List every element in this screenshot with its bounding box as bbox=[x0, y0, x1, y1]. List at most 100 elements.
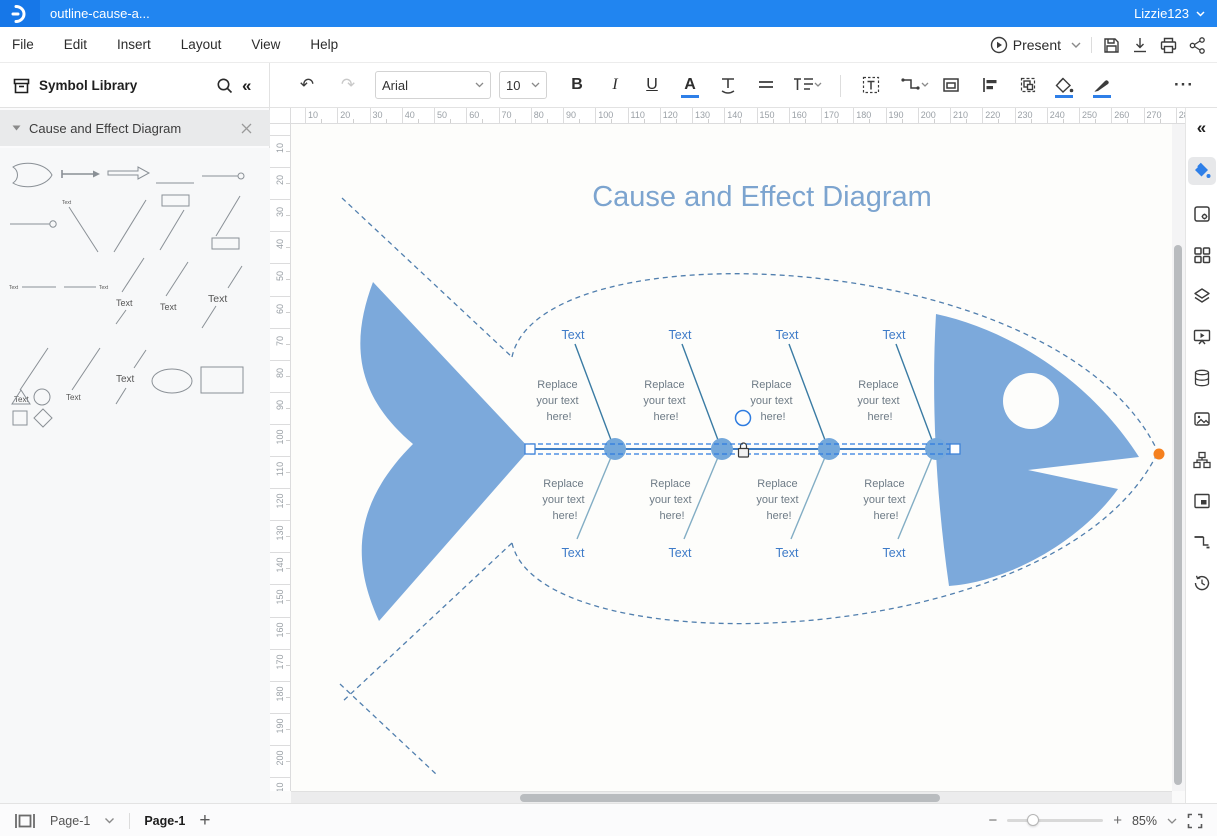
connector-button[interactable] bbox=[895, 69, 933, 101]
symbol-rect-diagonal[interactable] bbox=[152, 192, 196, 259]
line-color-button[interactable] bbox=[1086, 69, 1118, 101]
symbol-block-arrow[interactable] bbox=[105, 164, 151, 187]
h-scrollbar[interactable] bbox=[291, 791, 1172, 803]
symbol-text-bone-large[interactable]: Text bbox=[198, 262, 246, 337]
frame-panel-button[interactable] bbox=[1189, 489, 1215, 513]
spine-node[interactable] bbox=[925, 438, 947, 460]
text-effect-button[interactable] bbox=[712, 69, 744, 101]
undo-button[interactable]: ↶ bbox=[291, 69, 323, 101]
username[interactable]: Lizzie123 bbox=[1134, 6, 1189, 21]
symbol-ellipse[interactable] bbox=[148, 364, 196, 403]
diagram-title[interactable]: Cause and Effect Diagram bbox=[592, 181, 932, 213]
close-library-icon[interactable] bbox=[241, 123, 252, 134]
zoom-in-button[interactable]: + bbox=[1113, 812, 1122, 829]
endpoint-dot-orange[interactable] bbox=[1154, 449, 1165, 460]
group-button[interactable] bbox=[1012, 69, 1044, 101]
zoom-caret-icon[interactable] bbox=[1167, 818, 1177, 824]
symbol-fish-frame[interactable] bbox=[8, 158, 54, 197]
orgchart-panel-button[interactable] bbox=[1189, 448, 1215, 472]
font-size-select[interactable]: 10 bbox=[499, 71, 547, 99]
symbol-diamond[interactable] bbox=[32, 407, 54, 434]
fill-color-button[interactable] bbox=[1048, 69, 1080, 101]
italic-button[interactable]: I bbox=[599, 69, 631, 101]
menu-help[interactable]: Help bbox=[310, 37, 338, 52]
underline-button[interactable]: U bbox=[636, 69, 668, 101]
zoom-slider[interactable] bbox=[1007, 819, 1103, 822]
page-selector-caret-icon[interactable] bbox=[104, 817, 115, 824]
symbol-line-circle-2[interactable] bbox=[8, 216, 58, 234]
library-section-header[interactable]: Cause and Effect Diagram bbox=[0, 110, 270, 146]
symbol-square[interactable] bbox=[11, 409, 29, 432]
page-settings-panel-button[interactable] bbox=[1189, 202, 1215, 226]
fish-head-shape[interactable] bbox=[934, 314, 1139, 586]
symbol-line[interactable] bbox=[154, 172, 196, 190]
symbol-text-line[interactable]: Text bbox=[8, 280, 58, 298]
print-icon[interactable] bbox=[1159, 36, 1178, 55]
symbol-bone-text-mid[interactable]: Text bbox=[110, 254, 152, 331]
align-text-button[interactable] bbox=[750, 69, 782, 101]
container-button[interactable] bbox=[935, 69, 967, 101]
menu-insert[interactable]: Insert bbox=[117, 37, 151, 52]
image-panel-button[interactable] bbox=[1189, 407, 1215, 431]
collapse-library-icon[interactable]: « bbox=[242, 76, 251, 96]
h-scrollbar-thumb[interactable] bbox=[520, 794, 940, 802]
symbol-rectangle[interactable] bbox=[198, 362, 246, 403]
symbol-diagonal-rect[interactable] bbox=[200, 192, 246, 259]
collapse-right-panel-button[interactable]: « bbox=[1189, 116, 1215, 140]
symbol-bone-text-below-2[interactable]: Text bbox=[60, 344, 104, 413]
v-scrollbar[interactable] bbox=[1172, 124, 1185, 791]
fill-style-panel-button[interactable] bbox=[1188, 157, 1216, 185]
page-tab[interactable]: Page-1 bbox=[144, 814, 185, 828]
spine-node[interactable] bbox=[818, 438, 840, 460]
search-icon[interactable] bbox=[216, 77, 234, 95]
add-page-button[interactable]: + bbox=[199, 810, 210, 832]
more-tools-button[interactable]: ··· bbox=[1168, 69, 1200, 101]
page-selector[interactable]: Page-1 bbox=[50, 814, 90, 828]
zoom-slider-knob[interactable] bbox=[1027, 814, 1039, 826]
drawing-canvas[interactable]: Cause and Effect Diagram bbox=[291, 124, 1172, 791]
spine-node[interactable] bbox=[604, 438, 626, 460]
zoom-level[interactable]: 85% bbox=[1132, 814, 1157, 828]
presentation-panel-button[interactable] bbox=[1189, 325, 1215, 349]
spine-node[interactable] bbox=[711, 438, 733, 460]
symbol-text-bone-below[interactable]: Text bbox=[108, 348, 152, 413]
layers-panel-button[interactable] bbox=[1189, 284, 1215, 308]
symbol-bone-text-mid-2[interactable]: Text bbox=[152, 254, 194, 331]
history-panel-button[interactable] bbox=[1189, 571, 1215, 595]
app-logo[interactable] bbox=[0, 0, 40, 27]
present-caret-icon[interactable] bbox=[1071, 42, 1081, 48]
redo-button[interactable]: ↷ bbox=[332, 69, 364, 101]
user-menu-caret-icon[interactable] bbox=[1196, 11, 1205, 17]
connector-panel-button[interactable] bbox=[1189, 530, 1215, 554]
symbol-triangle[interactable] bbox=[10, 388, 32, 411]
download-icon[interactable] bbox=[1131, 36, 1149, 55]
font-color-button[interactable]: A bbox=[674, 69, 706, 101]
v-scrollbar-thumb[interactable] bbox=[1174, 245, 1182, 785]
fish-tail-shape[interactable] bbox=[360, 282, 530, 621]
selection-handle-right[interactable] bbox=[950, 444, 960, 454]
share-icon[interactable] bbox=[1188, 36, 1207, 55]
insert-textbox-button[interactable] bbox=[855, 69, 887, 101]
symbol-bone-text-top[interactable]: Text bbox=[60, 196, 104, 261]
symbol-main-arrow[interactable] bbox=[58, 166, 102, 187]
save-icon[interactable] bbox=[1102, 36, 1121, 55]
align-shapes-button[interactable] bbox=[974, 69, 1006, 101]
menu-edit[interactable]: Edit bbox=[64, 37, 87, 52]
zoom-out-button[interactable]: − bbox=[988, 812, 997, 829]
bold-button[interactable]: B bbox=[561, 69, 593, 101]
connection-point-circle[interactable] bbox=[736, 411, 751, 426]
symbol-line-circle[interactable] bbox=[200, 168, 246, 186]
library-panel-button[interactable] bbox=[1189, 243, 1215, 267]
symbol-diagonal-line[interactable] bbox=[108, 196, 150, 261]
data-panel-button[interactable] bbox=[1189, 366, 1215, 390]
menu-file[interactable]: File bbox=[12, 37, 34, 52]
symbol-line-text[interactable]: Text bbox=[62, 280, 112, 298]
font-family-select[interactable]: Arial bbox=[375, 71, 491, 99]
menu-view[interactable]: View bbox=[251, 37, 280, 52]
page-panel-toggle-icon[interactable] bbox=[14, 813, 36, 829]
selection-handle-left[interactable] bbox=[525, 444, 535, 454]
present-button[interactable]: Present bbox=[990, 36, 1061, 54]
spine[interactable] bbox=[525, 438, 960, 460]
fullscreen-icon[interactable] bbox=[1187, 813, 1203, 829]
menu-layout[interactable]: Layout bbox=[181, 37, 222, 52]
